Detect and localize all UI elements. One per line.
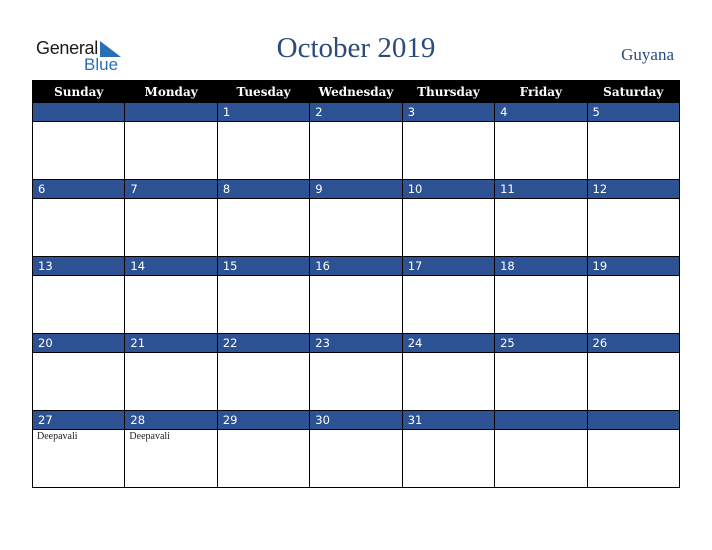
day-cell[interactable]: 24 [401,333,496,411]
day-cell[interactable] [586,410,681,488]
day-cell[interactable]: 15 [216,256,311,334]
day-cell[interactable]: 22 [216,333,311,411]
day-number: 20 [33,334,125,353]
day-cell[interactable]: 31 [401,410,496,488]
day-number: 19 [587,257,679,276]
day-cell[interactable] [124,102,218,180]
calendar-grid: Sunday Monday Tuesday Wednesday Thursday Frid… [31,80,681,488]
day-cell[interactable]: 16 [309,256,403,334]
day-cell[interactable]: 6 [31,179,126,257]
weekday-header-monday: Monday [124,80,218,103]
day-number: 28 [125,411,217,430]
day-number: 14 [125,257,217,276]
day-cell[interactable]: 17 [401,256,496,334]
day-cell[interactable] [31,102,126,180]
day-cell[interactable]: 1 [216,102,311,180]
day-cell[interactable] [494,410,588,488]
day-cell[interactable]: 12 [586,179,681,257]
weekday-header-sunday: Sunday [31,80,126,103]
day-number [33,103,125,122]
holiday-event: Deepavali [129,431,170,442]
day-number [495,411,587,430]
day-number: 22 [217,334,310,353]
day-cell[interactable]: 10 [401,179,496,257]
week-row: 13 14 15 16 17 18 19 [31,256,681,334]
day-number: 29 [217,411,310,430]
day-number: 9 [310,180,402,199]
day-number: 30 [310,411,402,430]
day-cell[interactable]: 26 [586,333,681,411]
day-cell[interactable]: 23 [309,333,403,411]
day-number: 26 [587,334,679,353]
day-number: 24 [402,334,495,353]
day-number: 2 [310,103,402,122]
week-row: 6 7 8 9 10 11 12 [31,179,681,257]
day-number: 15 [217,257,310,276]
day-number: 1 [217,103,310,122]
day-cell[interactable]: 14 [124,256,218,334]
day-cell[interactable]: 18 [494,256,588,334]
day-number: 31 [402,411,495,430]
day-cell[interactable]: 21 [124,333,218,411]
day-number: 5 [587,103,679,122]
day-cell[interactable]: 30 [309,410,403,488]
weekday-header-saturday: Saturday [586,80,681,103]
day-number: 11 [495,180,587,199]
day-cell[interactable]: 27 Deepavali [31,410,126,488]
day-number: 16 [310,257,402,276]
day-number: 23 [310,334,402,353]
week-row: 20 21 22 23 24 25 26 [31,333,681,411]
day-number: 25 [495,334,587,353]
day-number: 4 [495,103,587,122]
day-cell[interactable]: 4 [494,102,588,180]
weekday-header-row: Sunday Monday Tuesday Wednesday Thursday Frid… [31,80,681,103]
day-cell[interactable]: 11 [494,179,588,257]
day-cell[interactable]: 9 [309,179,403,257]
day-number: 27 [33,411,125,430]
week-row: 27 Deepavali 28 Deepavali 29 30 31 [31,410,681,488]
day-cell[interactable]: 19 [586,256,681,334]
day-number: 12 [587,180,679,199]
week-row: 12345 [31,102,681,180]
day-number [125,103,217,122]
day-cell[interactable]: 7 [124,179,218,257]
day-number: 3 [402,103,495,122]
page-title: October 2019 [276,32,436,64]
weekday-header-thursday: Thursday [401,80,496,103]
day-cell[interactable]: 5 [586,102,681,180]
day-number: 13 [33,257,125,276]
day-number: 21 [125,334,217,353]
day-cell[interactable]: 20 [31,333,126,411]
day-number: 17 [402,257,495,276]
day-number: 7 [125,180,217,199]
country-label: Guyana [621,45,674,64]
weekday-header-tuesday: Tuesday [216,80,311,103]
day-cell[interactable]: 2 [309,102,403,180]
day-cell[interactable]: 3 [401,102,496,180]
day-number: 10 [402,180,495,199]
weekday-header-wednesday: Wednesday [309,80,403,103]
holiday-event: Deepavali [37,431,78,442]
day-cell[interactable]: 13 [31,256,126,334]
day-number: 18 [495,257,587,276]
day-number: 6 [33,180,125,199]
day-cell[interactable]: 28 Deepavali [124,410,218,488]
day-cell[interactable]: 8 [216,179,311,257]
day-number [587,411,679,430]
weekday-header-friday: Friday [494,80,588,103]
day-cell[interactable]: 25 [494,333,588,411]
day-number: 8 [217,180,310,199]
day-cell[interactable]: 29 [216,410,311,488]
